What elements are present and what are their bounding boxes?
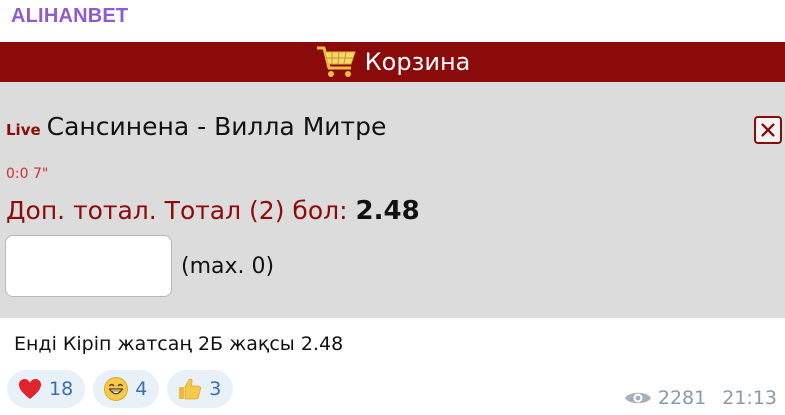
thumbs-up-icon: [179, 378, 202, 400]
reaction-thumbs-up[interactable]: 3: [167, 370, 234, 408]
message-text: Енді Кіріп жатсаң 2Б жақсы 2.48: [14, 333, 344, 355]
eye-icon: [624, 392, 651, 404]
reaction-count: 4: [135, 378, 148, 400]
match-score-time: 0:0 7": [6, 166, 49, 182]
bet-odds: 2.48: [355, 196, 420, 226]
reaction-grinning-face[interactable]: 4: [93, 370, 160, 408]
view-count: 2281: [657, 387, 707, 409]
reaction-heart[interactable]: 18: [7, 370, 86, 408]
bet-market-row: Доп. тотал. Тотал (2) бол: 2.48: [6, 196, 420, 226]
grinning-face-icon: [104, 377, 129, 401]
cart-header: Корзина: [0, 42, 785, 82]
shopping-cart-icon: [315, 44, 359, 80]
bet-market: Доп. тотал. Тотал (2) бол:: [6, 196, 348, 225]
channel-name[interactable]: ALIHANBET: [11, 5, 128, 28]
stake-input[interactable]: [5, 235, 172, 297]
cart-title: Корзина: [364, 48, 471, 76]
bet-slip-card: Корзина Live Сансинена - Вилла Митре 0:0…: [0, 42, 785, 318]
match-row: Live Сансинена - Вилла Митре: [6, 112, 386, 146]
max-stake-label: (max. 0): [181, 254, 275, 279]
live-badge: Live: [6, 121, 41, 139]
match-title: Сансинена - Вилла Митре: [46, 112, 387, 141]
message-time: 21:13: [722, 387, 777, 409]
heart-icon: [19, 379, 41, 399]
remove-bet-button[interactable]: [754, 116, 782, 144]
reaction-count: 18: [49, 378, 74, 400]
reaction-count: 3: [209, 378, 222, 400]
close-icon: [761, 123, 775, 137]
reactions-bar: 18 4 3: [7, 370, 234, 408]
message-meta: 2281 21:13: [624, 387, 777, 409]
